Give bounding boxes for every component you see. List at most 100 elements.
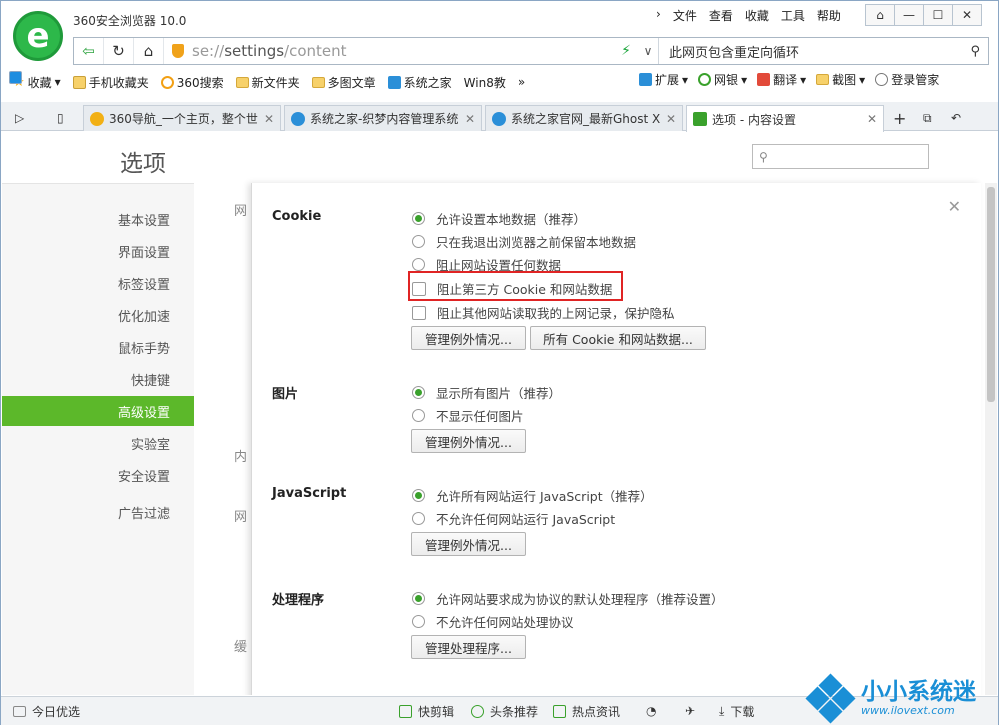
- images-hide-option[interactable]: 不显示任何图片: [412, 406, 524, 425]
- refresh-button[interactable]: ↻: [104, 38, 134, 64]
- sidebar-item-lab[interactable]: 实验室: [2, 428, 194, 458]
- maximize-button[interactable]: ☐: [923, 4, 953, 26]
- radio-selected-icon[interactable]: [412, 212, 425, 225]
- manage-handlers-button[interactable]: 管理处理程序...: [411, 635, 526, 659]
- bookmark-multi-image[interactable]: 多图文章: [308, 74, 380, 91]
- sidebar-item-optimize[interactable]: 优化加速: [2, 300, 194, 330]
- online-bank-button[interactable]: 网银 ▾: [698, 71, 747, 88]
- sidebar-item-adblock[interactable]: 广告过滤: [2, 497, 194, 527]
- js-block-option[interactable]: 不允许任何网站运行 JavaScript: [412, 509, 615, 528]
- windows-icon: [9, 71, 22, 84]
- search-icon[interactable]: ⚲: [970, 44, 980, 59]
- screenshot-button[interactable]: 截图 ▾: [816, 71, 865, 88]
- bookmark-mobile[interactable]: 手机收藏夹: [69, 74, 153, 91]
- close-tab-icon[interactable]: ✕: [465, 112, 475, 126]
- logo-letter: e: [26, 16, 50, 56]
- menu-tools[interactable]: 工具: [781, 7, 805, 24]
- radio-icon[interactable]: [412, 512, 425, 525]
- folder-icon: [235, 76, 249, 88]
- bookmark-xitongzhijia[interactable]: 系统之家: [384, 74, 456, 91]
- menu-help[interactable]: 帮助: [817, 7, 841, 24]
- search-input[interactable]: 此网页包含重定向循环 ⚲: [658, 38, 988, 64]
- skin-button[interactable]: ⌂: [865, 4, 895, 26]
- lightning-icon[interactable]: ⚡: [614, 43, 638, 59]
- site-icon: [387, 75, 401, 89]
- login-manager-button[interactable]: 登录管家: [875, 71, 939, 88]
- extensions-button[interactable]: 扩展 ▾: [639, 71, 688, 88]
- new-tab-button[interactable]: +: [887, 105, 909, 131]
- url-field[interactable]: se://settings/content: [164, 42, 614, 60]
- radio-selected-icon[interactable]: [412, 386, 425, 399]
- sidebar-item-interface[interactable]: 界面设置: [2, 236, 194, 266]
- chevron-down-icon[interactable]: ▾: [55, 75, 61, 89]
- js-manage-exceptions-button[interactable]: 管理例外情况...: [411, 532, 526, 556]
- close-tab-icon[interactable]: ✕: [264, 112, 274, 126]
- all-cookies-button[interactable]: 所有 Cookie 和网站数据...: [530, 326, 706, 350]
- chevron-down-icon[interactable]: ∨: [638, 44, 658, 58]
- images-manage-exceptions-button[interactable]: 管理例外情况...: [411, 429, 526, 453]
- sidebar-item-shortcuts[interactable]: 快捷键: [2, 364, 194, 394]
- close-icon[interactable]: ✕: [948, 197, 961, 216]
- bookmark-new-folder[interactable]: 新文件夹: [232, 74, 304, 91]
- url-host: settings: [224, 42, 285, 60]
- js-allow-option[interactable]: 允许所有网站运行 JavaScript（推荐）: [412, 486, 653, 505]
- sidebar-item-advanced[interactable]: 高级设置: [2, 396, 194, 426]
- sidebar-toggle-icon[interactable]: ▷: [9, 105, 37, 131]
- cookie-allow-option[interactable]: 允许设置本地数据（推荐）: [412, 209, 586, 228]
- tab-360-nav[interactable]: 360导航_一个主页，整个世 ✕: [83, 105, 281, 131]
- translate-button[interactable]: 翻译 ▾: [757, 71, 806, 88]
- cookie-manage-exceptions-button[interactable]: 管理例外情况...: [411, 326, 526, 350]
- sidebar-item-basic[interactable]: 基本设置: [2, 204, 194, 234]
- tab-label: 系统之家-织梦内容管理系统: [310, 112, 459, 126]
- browser-logo-icon[interactable]: e: [13, 11, 63, 61]
- pin-icon[interactable]: ✈: [685, 704, 695, 718]
- radio-icon[interactable]: [412, 615, 425, 628]
- cookie-session-option[interactable]: 只在我退出浏览器之前保留本地数据: [412, 232, 636, 251]
- radio-icon[interactable]: [412, 235, 425, 248]
- scrollbar-thumb[interactable]: [987, 187, 995, 402]
- sidebar-item-security[interactable]: 安全设置: [2, 460, 194, 490]
- close-window-button[interactable]: ✕: [952, 4, 982, 26]
- bookmark-win8[interactable]: Win8教: [9, 71, 510, 91]
- bookmark-360search[interactable]: 360搜索: [157, 74, 228, 91]
- checkbox-icon[interactable]: [412, 305, 426, 320]
- back-button[interactable]: ⇦: [74, 38, 104, 64]
- today-picks-button[interactable]: 今日优选: [13, 703, 80, 720]
- images-show-option[interactable]: 显示所有图片（推荐）: [412, 383, 561, 402]
- news-icon: [553, 704, 566, 718]
- sidebar-item-tabs[interactable]: 标签设置: [2, 268, 194, 298]
- tab-xtzj-official[interactable]: 系统之家官网_最新Ghost X ✕: [485, 105, 683, 131]
- minimize-button[interactable]: —: [894, 4, 924, 26]
- settings-search-input[interactable]: ⚲: [752, 144, 929, 169]
- tab-xtzj-cms[interactable]: 系统之家-织梦内容管理系统 ✕: [284, 105, 482, 131]
- download-button[interactable]: ⤓ 下载: [719, 703, 754, 720]
- undo-close-icon[interactable]: ↶: [945, 105, 969, 131]
- mobile-icon[interactable]: ▯: [51, 105, 79, 131]
- radio-icon[interactable]: [412, 258, 425, 271]
- bookmarks-more-button[interactable]: »: [514, 75, 529, 89]
- watermark-name: 小小系统迷: [861, 679, 976, 705]
- folder-icon: [311, 76, 325, 88]
- radio-selected-icon[interactable]: [412, 489, 425, 502]
- menu-file[interactable]: 文件: [673, 7, 697, 24]
- sidebar-item-mouse-gestures[interactable]: 鼠标手势: [2, 332, 194, 362]
- tab-list-icon[interactable]: ⧉: [917, 105, 941, 131]
- block-history-read-checkbox[interactable]: 阻止其他网站读取我的上网记录，保护隐私: [412, 303, 675, 322]
- headline-button[interactable]: 头条推荐: [471, 703, 538, 720]
- handlers-block-option[interactable]: 不允许任何网站处理协议: [412, 612, 574, 631]
- menu-favorites[interactable]: 收藏: [745, 7, 769, 24]
- radio-icon[interactable]: [412, 409, 425, 422]
- handlers-allow-option[interactable]: 允许网站要求成为协议的默认处理程序（推荐设置）: [412, 589, 724, 608]
- close-tab-icon[interactable]: ✕: [867, 112, 877, 126]
- close-tab-icon[interactable]: ✕: [666, 112, 676, 126]
- menu-view[interactable]: 查看: [709, 7, 733, 24]
- dialog-scrollbar[interactable]: [985, 183, 997, 695]
- play-circle-icon: [471, 704, 484, 718]
- home-button[interactable]: ⌂: [134, 38, 164, 64]
- hot-news-button[interactable]: 热点资讯: [553, 703, 620, 720]
- quick-edit-button[interactable]: 快剪辑: [399, 703, 454, 720]
- tab-options-content[interactable]: 选项 - 内容设置 ✕: [686, 105, 884, 132]
- speed-icon[interactable]: ◔: [646, 704, 656, 718]
- chevron-right-icon[interactable]: ›: [656, 7, 661, 24]
- radio-selected-icon[interactable]: [412, 592, 425, 605]
